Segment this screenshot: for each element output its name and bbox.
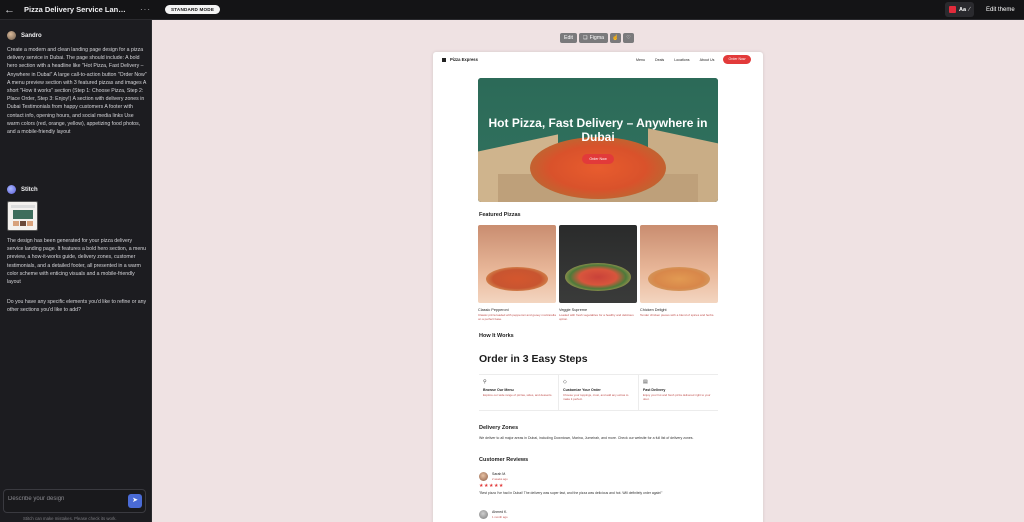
project-title[interactable]: Pizza Delivery Service Landing Page bbox=[24, 5, 130, 14]
how-heading: How It Works bbox=[479, 333, 514, 339]
preview-page: Pizza Express Menu Deals Locations About… bbox=[433, 52, 763, 522]
step-title: Fast Delivery bbox=[643, 388, 666, 392]
step-card: ▤ Fast Delivery Enjoy your hot and fresh… bbox=[639, 375, 718, 410]
font-label: Aa bbox=[959, 6, 967, 13]
steps-row: ⚲ Browse Our Menu Explore our wide range… bbox=[479, 374, 718, 411]
pizza-name: Chicken Delight bbox=[640, 308, 667, 312]
hero-headline: Hot Pizza, Fast Delivery – Anywhere in D… bbox=[488, 116, 708, 144]
theme-button[interactable]: Aa ∕ bbox=[945, 2, 975, 17]
assistant-message-header: Stitch bbox=[7, 185, 38, 194]
nav-links: Menu Deals Locations About Us bbox=[636, 58, 714, 62]
top-bar: ← Pizza Delivery Service Landing Page ··… bbox=[0, 0, 1024, 20]
avatar bbox=[479, 510, 488, 519]
more-horizontal-icon[interactable]: ··· bbox=[140, 5, 151, 14]
preview-nav: Pizza Express Menu Deals Locations About… bbox=[433, 52, 763, 68]
steps-heading: Order in 3 Easy Steps bbox=[479, 353, 588, 365]
user-name: Sandro bbox=[21, 32, 42, 39]
pizza-image bbox=[559, 225, 637, 303]
pizza-name: Classic Pepperoni bbox=[478, 308, 509, 312]
diamond-icon: ◇ bbox=[563, 379, 567, 385]
featured-heading: Featured Pizzas bbox=[479, 212, 521, 218]
assistant-question: Do you have any specific elements you'd … bbox=[7, 299, 147, 314]
pizza-card[interactable]: Veggie Supreme Loaded with fresh vegetab… bbox=[559, 225, 637, 321]
chat-sidebar: Sandro Create a modern and clean landing… bbox=[0, 20, 152, 522]
pizza-cards: Classic Pepperoni Classic pizza loaded w… bbox=[478, 225, 718, 321]
avatar bbox=[7, 31, 16, 40]
hero-order-button[interactable]: Order Now bbox=[582, 154, 614, 164]
figma-button[interactable]: ❏ Figma bbox=[578, 33, 609, 43]
brush-icon: ∕ bbox=[969, 6, 971, 13]
nav-link-locations[interactable]: Locations bbox=[674, 58, 689, 62]
hero-pizza-image bbox=[530, 137, 666, 199]
disclaimer: Stitch can make mistakes. Please check i… bbox=[23, 516, 117, 521]
reviewer-name: Ahmed K. bbox=[492, 510, 508, 514]
nav-link-about[interactable]: About Us bbox=[700, 58, 715, 62]
hero-section: Hot Pizza, Fast Delivery – Anywhere in D… bbox=[478, 78, 718, 202]
nav-link-deals[interactable]: Deals bbox=[655, 58, 664, 62]
design-thumbnail[interactable] bbox=[7, 201, 38, 231]
step-desc: Explore our wide range of pizzas, sides,… bbox=[483, 393, 553, 397]
step-card: ◇ Customize Your Order Choose your toppi… bbox=[559, 375, 639, 410]
brand-name: Pizza Express bbox=[450, 57, 478, 62]
edit-button[interactable]: Edit bbox=[560, 33, 577, 43]
pizza-desc: Loaded with fresh vegetables for a healt… bbox=[559, 313, 634, 322]
mode-badge[interactable]: STANDARD MODE bbox=[165, 5, 221, 14]
truck-icon: ▤ bbox=[643, 379, 648, 385]
zones-text: We deliver to all major areas in Dubai, … bbox=[479, 436, 694, 440]
nav-link-menu[interactable]: Menu bbox=[636, 58, 645, 62]
heart-icon[interactable]: ♡ bbox=[623, 33, 635, 43]
pizza-card[interactable]: Chicken Delight Tender chicken pieces wi… bbox=[640, 225, 718, 321]
pizza-image bbox=[640, 225, 718, 303]
zones-heading: Delivery Zones bbox=[479, 425, 519, 431]
thumbs-up-icon[interactable]: ☝ bbox=[610, 33, 622, 43]
avatar bbox=[479, 472, 488, 481]
pizza-name: Veggie Supreme bbox=[559, 308, 588, 312]
pizza-card[interactable]: Classic Pepperoni Classic pizza loaded w… bbox=[478, 225, 556, 321]
review-date: 1 month ago bbox=[492, 515, 508, 519]
step-title: Customize Your Order bbox=[563, 388, 601, 392]
send-icon[interactable]: ➤ bbox=[128, 494, 142, 508]
step-desc: Choose your toppings, crust, and add any… bbox=[563, 393, 629, 401]
step-card: ⚲ Browse Our Menu Explore our wide range… bbox=[479, 375, 559, 410]
review-date: 2 weeks ago bbox=[492, 477, 508, 481]
user-message: Create a modern and clean landing page d… bbox=[7, 47, 147, 136]
assistant-message: The design has been generated for your p… bbox=[7, 238, 146, 286]
user-message-header: Sandro bbox=[7, 31, 42, 40]
step-title: Browse Our Menu bbox=[483, 388, 514, 392]
arrow-left-icon[interactable]: ← bbox=[4, 4, 20, 16]
pizza-desc: Tender chicken pieces with a blend of sp… bbox=[640, 313, 715, 317]
pizza-desc: Classic pizza loaded with pepperoni and … bbox=[478, 313, 556, 322]
color-swatch bbox=[949, 6, 956, 13]
canvas-toolbar: Edit ❏ Figma ☝ ♡ bbox=[560, 33, 635, 43]
reviewer-name: Sarah M. bbox=[492, 472, 507, 476]
search-icon: ⚲ bbox=[483, 379, 487, 385]
prompt-box: ➤ bbox=[3, 489, 146, 513]
assistant-name: Stitch bbox=[21, 186, 38, 193]
stitch-logo-icon bbox=[7, 185, 16, 194]
nav-order-button[interactable]: Order Now bbox=[723, 55, 751, 64]
copy-icon: ❏ bbox=[582, 35, 588, 41]
design-canvas[interactable]: Edit ❏ Figma ☝ ♡ Pizza Express Menu Deals… bbox=[152, 20, 1024, 522]
pizza-image bbox=[478, 225, 556, 303]
logo-icon bbox=[442, 58, 446, 62]
reviews-heading: Customer Reviews bbox=[479, 457, 529, 463]
edit-theme-button[interactable]: Edit theme bbox=[980, 2, 1021, 17]
prompt-input[interactable] bbox=[8, 496, 120, 502]
step-desc: Enjoy your hot and fresh pizza delivered… bbox=[643, 393, 711, 401]
review-text: "Best pizza I've had in Dubai! The deliv… bbox=[479, 491, 663, 495]
star-rating: ★★★★★ bbox=[479, 483, 504, 489]
figma-label: Figma bbox=[589, 35, 605, 41]
